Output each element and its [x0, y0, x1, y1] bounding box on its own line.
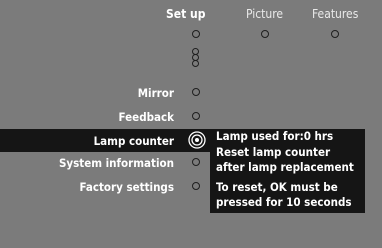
tab-features[interactable]: Features: [312, 7, 358, 21]
menu-item-feedback-dot-icon: [192, 112, 200, 120]
scroll-up-indicator-icon: [192, 60, 199, 67]
reset-instruction-text: Reset lamp counter: [216, 145, 331, 159]
menu-item-factory-settings[interactable]: Factory settings: [4, 180, 174, 194]
tab-picture-dot-icon: [261, 30, 269, 38]
menu-item-feedback[interactable]: Feedback: [4, 110, 174, 124]
menu-item-lamp-counter[interactable]: Lamp counter: [4, 134, 174, 148]
tab-picture[interactable]: Picture: [246, 7, 283, 21]
tab-features-dot-icon: [331, 30, 339, 38]
reset-howto-text: pressed for 10 seconds: [216, 195, 352, 209]
lamp-used-text: Lamp used for:0 hrs: [216, 129, 334, 143]
tab-set-up-dot-icon: [192, 30, 200, 38]
menu-item-mirror[interactable]: Mirror: [4, 86, 174, 100]
menu-item-system-information[interactable]: System information: [4, 156, 174, 170]
reset-instruction-text: after lamp replacement: [216, 160, 354, 174]
menu-item-system-information-dot-icon: [192, 158, 200, 166]
reset-howto-text: To reset, OK must be: [216, 180, 338, 194]
tab-set-up[interactable]: Set up: [166, 7, 205, 21]
menu-item-factory-settings-dot-icon: [192, 182, 200, 190]
menu-item-mirror-dot-icon: [192, 88, 200, 96]
osd-menu: Set up Picture Features Mirror Feedback …: [0, 0, 382, 248]
selection-target-icon: [188, 131, 206, 149]
